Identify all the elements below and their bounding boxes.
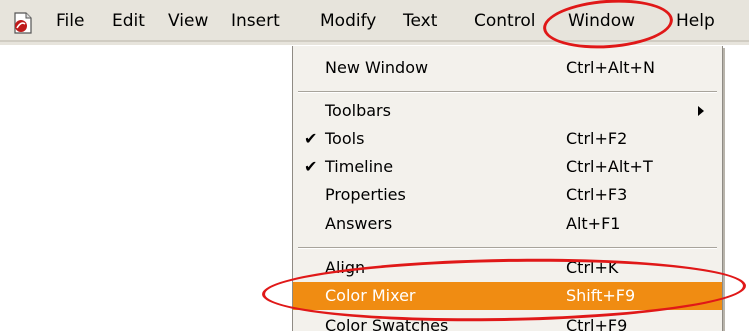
checkmark-icon: ✔ — [304, 157, 318, 176]
menu-file[interactable]: File — [56, 8, 84, 34]
menu-item-shortcut: Alt+F1 — [566, 214, 621, 233]
menu-separator — [298, 247, 717, 249]
menu-control[interactable]: Control — [474, 8, 545, 34]
menu-view[interactable]: View — [168, 8, 208, 34]
menu-item-toolbars[interactable]: Toolbars — [293, 97, 722, 125]
menu-separator — [298, 91, 717, 93]
menu-item-label: Tools — [325, 129, 365, 148]
menu-help[interactable]: Help — [676, 8, 715, 34]
menu-item-shortcut: Ctrl+Alt+N — [566, 58, 655, 77]
menu-item-timeline[interactable]: ✔ Timeline Ctrl+Alt+T — [293, 153, 722, 181]
menu-item-shortcut: Ctrl+F2 — [566, 129, 628, 148]
menu-item-answers[interactable]: Answers Alt+F1 — [293, 210, 722, 238]
screenshot: File Edit View Insert Modify Text Contro… — [0, 0, 749, 331]
menu-item-properties[interactable]: Properties Ctrl+F3 — [293, 181, 722, 209]
menu-item-tools[interactable]: ✔ Tools Ctrl+F2 — [293, 125, 722, 153]
menu-edit[interactable]: Edit — [112, 8, 145, 34]
submenu-arrow-icon — [698, 106, 704, 116]
menu-item-label: Timeline — [325, 157, 394, 176]
menu-item-shortcut: Ctrl+F3 — [566, 185, 628, 204]
menu-item-label: Properties — [325, 185, 406, 204]
checkmark-icon: ✔ — [304, 129, 318, 148]
menu-item-shortcut: Ctrl+Alt+T — [566, 157, 653, 176]
menu-insert[interactable]: Insert — [231, 8, 280, 34]
menu-modify[interactable]: Modify — [320, 8, 376, 34]
menu-text[interactable]: Text — [403, 8, 437, 34]
menu-item-label: Answers — [325, 214, 393, 233]
flash-app-icon[interactable] — [12, 11, 34, 35]
menu-item-new-window[interactable]: New Window Ctrl+Alt+N — [293, 54, 722, 82]
menu-item-label: New Window — [325, 58, 429, 77]
menu-item-label: Toolbars — [325, 101, 391, 120]
